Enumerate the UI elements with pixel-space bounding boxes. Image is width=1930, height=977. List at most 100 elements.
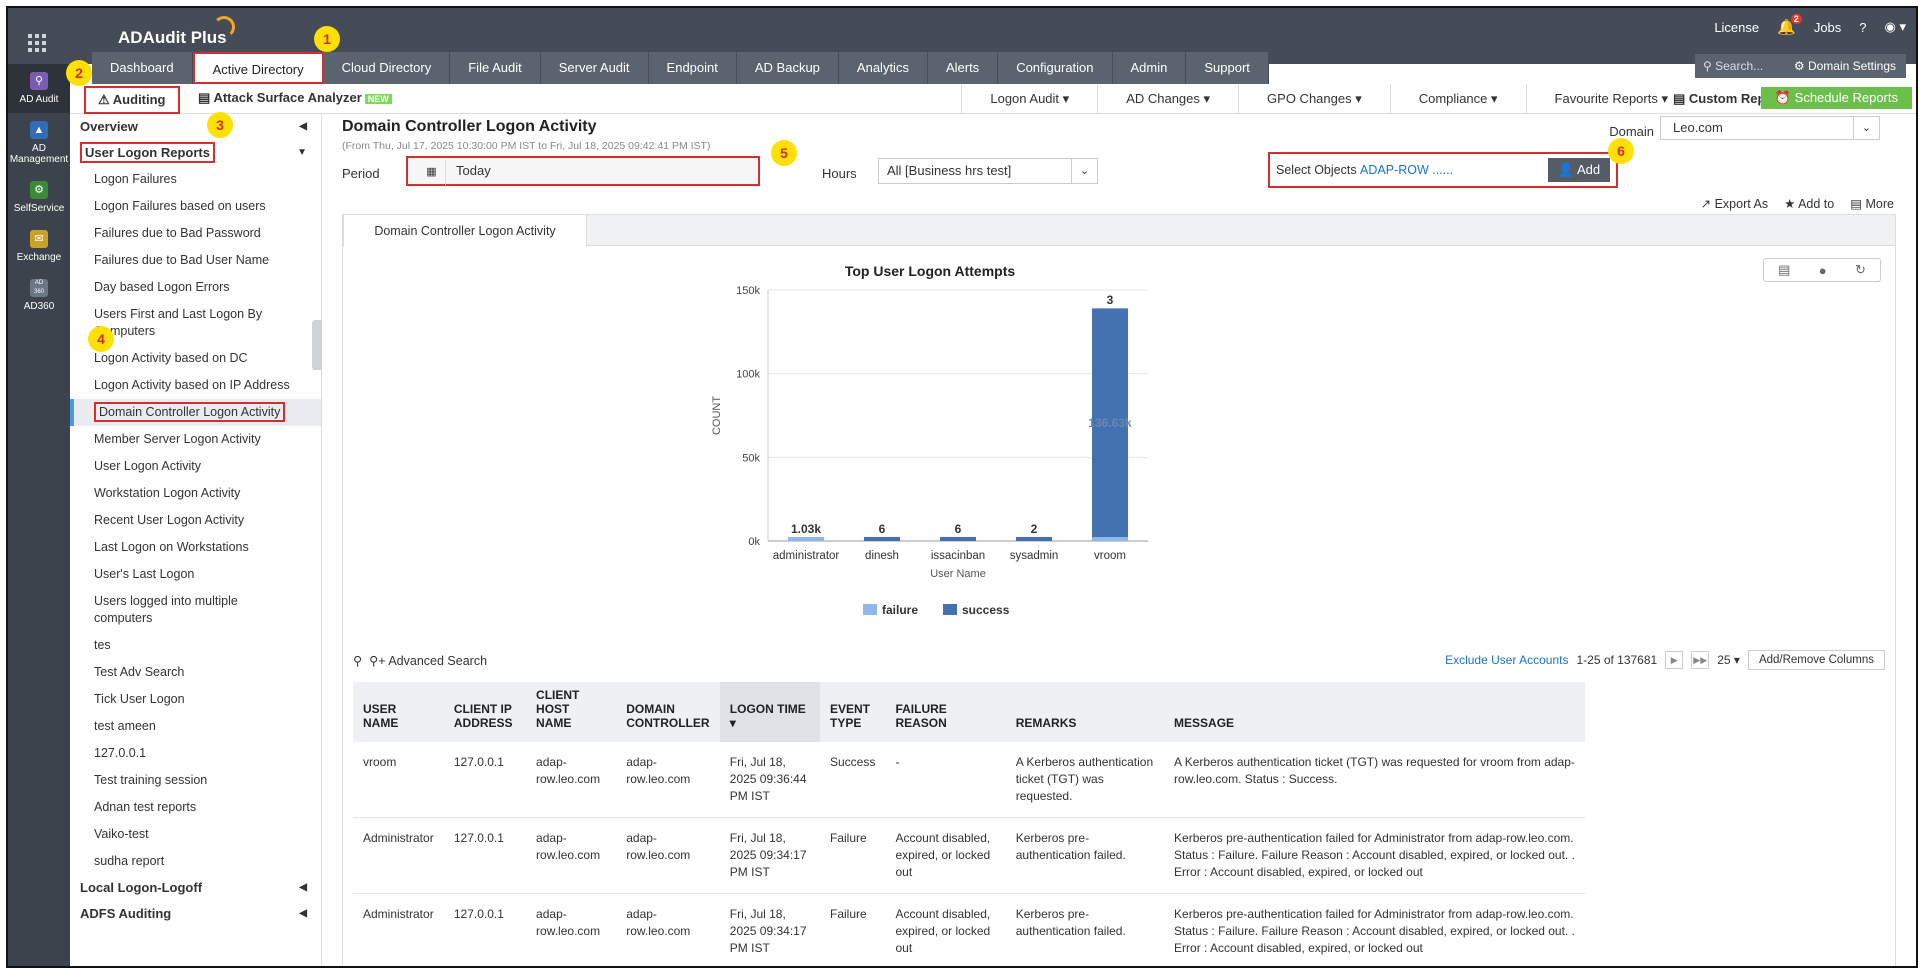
app-grid-icon[interactable]	[28, 34, 46, 52]
sidebar-item-domain-controller-logon-activity[interactable]: Domain Controller Logon Activity	[70, 399, 321, 426]
chart-refresh-icon[interactable]: ↻	[1855, 262, 1866, 278]
sort-desc-icon[interactable]: ▾	[730, 716, 736, 730]
sidebar-item-day-based-logon-errors[interactable]: Day based Logon Errors	[70, 274, 321, 301]
tab-server-audit[interactable]: Server Audit	[540, 52, 649, 84]
column-event-type[interactable]: EVENT TYPE	[819, 682, 886, 742]
menu-compliance[interactable]: Compliance ▾	[1389, 84, 1526, 114]
tab-endpoint[interactable]: Endpoint	[648, 52, 737, 84]
chart-user-icon[interactable]: ●	[1819, 263, 1827, 278]
menu-favourite-reports[interactable]: Favourite Reports ▾	[1525, 84, 1696, 114]
chart-add-icon[interactable]: ▤	[1778, 262, 1790, 278]
sidebar-item-sudha-report[interactable]: sudha report	[70, 848, 321, 875]
menu-logon-audit[interactable]: Logon Audit ▾	[961, 84, 1097, 114]
advanced-search-button[interactable]: ⚲ ⚲+ Advanced Search	[353, 653, 487, 668]
attack-surface-analyzer-tab[interactable]: ▤ Attack Surface Analyzer NEW	[198, 90, 392, 106]
search-input[interactable]: ⚲ Search...	[1695, 54, 1791, 78]
sidebar-item-recent-user-logon-activity[interactable]: Recent User Logon Activity	[70, 507, 321, 534]
sidebar-item-failures-due-to-bad-password[interactable]: Failures due to Bad Password	[70, 220, 321, 247]
column-domain-controller[interactable]: DOMAIN CONTROLLER	[616, 682, 720, 742]
sidebar-item-logon-failures-based-on-users[interactable]: Logon Failures based on users	[70, 193, 321, 220]
add-remove-columns-button[interactable]: Add/Remove Columns	[1747, 650, 1885, 670]
sidebar-item-test-adv-search[interactable]: Test Adv Search	[70, 659, 321, 686]
section-local-logon-logoff[interactable]: Local Logon-Logoff ◀	[70, 875, 321, 901]
sidebar-collapse-handle[interactable]	[312, 320, 322, 370]
column-remarks[interactable]: REMARKS	[1005, 682, 1165, 742]
tab-ad-backup[interactable]: AD Backup	[736, 52, 839, 84]
sidebar-item-logon-failures[interactable]: Logon Failures	[70, 166, 321, 193]
help-icon[interactable]: ?	[1859, 20, 1866, 35]
menu-gpo-changes[interactable]: GPO Changes ▾	[1238, 84, 1390, 114]
overview-section[interactable]: Overview ◀	[70, 114, 321, 140]
add-to-button[interactable]: ★ Add to	[1784, 196, 1834, 211]
legend-success[interactable]: success	[962, 603, 1010, 617]
legend-swatch-success[interactable]	[943, 604, 957, 615]
tab-file-audit[interactable]: File Audit	[450, 52, 541, 84]
menu-ad-changes[interactable]: AD Changes ▾	[1097, 84, 1238, 114]
column-client-host-name[interactable]: CLIENT HOST NAME	[526, 682, 617, 742]
sidebar-item-test-ameen[interactable]: test ameen	[70, 713, 321, 740]
tab-admin[interactable]: Admin	[1112, 52, 1187, 84]
tab-configuration[interactable]: Configuration	[998, 52, 1113, 84]
bar-success-sysadmin[interactable]	[1016, 537, 1052, 541]
column-message[interactable]: MESSAGE	[1164, 682, 1585, 742]
sidebar-item-adnan-test-reports[interactable]: Adnan test reports	[70, 794, 321, 821]
sidebar-item-logon-activity-based-on-ip-address[interactable]: Logon Activity based on IP Address	[70, 372, 321, 399]
period-select[interactable]: ▦ Today	[406, 156, 760, 186]
tab-analytics[interactable]: Analytics	[838, 52, 928, 84]
sidebar-item-member-server-logon-activity[interactable]: Member Server Logon Activity	[70, 426, 321, 453]
next-page-icon[interactable]: ▶	[1665, 651, 1684, 669]
sidebar-item-failures-due-to-bad-user-name[interactable]: Failures due to Bad User Name	[70, 247, 321, 274]
rail-item-ad-management[interactable]: ▲ AD Management	[8, 113, 70, 173]
column-logon-time[interactable]: LOGON TIME ▾	[719, 682, 820, 742]
auditing-tab[interactable]: ⚠ Auditing	[84, 86, 180, 114]
exclude-user-accounts-link[interactable]: Exclude User Accounts	[1445, 653, 1568, 667]
column-user-name[interactable]: USER NAME	[353, 682, 444, 742]
sidebar-item-workstation-logon-activity[interactable]: Workstation Logon Activity	[70, 480, 321, 507]
section-adfs-auditing[interactable]: ADFS Auditing ◀	[70, 901, 321, 927]
column-failure-reason[interactable]: FAILURE REASON	[885, 682, 1006, 742]
sidebar-item-user-s-last-logon[interactable]: User's Last Logon	[70, 561, 321, 588]
table-row[interactable]: Administrator 127.0.0.1 adap-row.leo.com ad…	[353, 893, 1585, 966]
tab-alerts[interactable]: Alerts	[927, 52, 999, 84]
selected-objects-value[interactable]: ADAP-ROW ......	[1356, 158, 1496, 182]
rail-item-ad360[interactable]: AD 360 AD360	[8, 271, 70, 320]
table-row[interactable]: Administrator 127.0.0.1 adap-row.leo.com ad…	[353, 817, 1585, 894]
sidebar-item-user-logon-activity[interactable]: User Logon Activity	[70, 453, 321, 480]
schedule-reports-button[interactable]: ⏰ Schedule Reports	[1760, 87, 1912, 109]
user-logon-reports-section[interactable]: User Logon Reports ▼	[70, 140, 321, 166]
jobs-link[interactable]: Jobs	[1814, 20, 1841, 35]
domain-select[interactable]: Leo.com ⌄	[1660, 116, 1880, 140]
tab-dashboard[interactable]: Dashboard	[92, 52, 193, 84]
rail-item-exchange[interactable]: ✉ Exchange	[8, 222, 70, 271]
tab-cloud-directory[interactable]: Cloud Directory	[323, 52, 451, 84]
bar-failure-vroom[interactable]	[1092, 537, 1128, 541]
tab-dc-logon-activity[interactable]: Domain Controller Logon Activity	[343, 214, 587, 247]
license-link[interactable]: License	[1714, 20, 1759, 35]
add-objects-button[interactable]: 👤 Add	[1548, 158, 1610, 182]
sidebar-item-127-0-0-1[interactable]: 127.0.0.1	[70, 740, 321, 767]
bar-success-dinesh[interactable]	[864, 537, 900, 541]
sidebar-item-tick-user-logon[interactable]: Tick User Logon	[70, 686, 321, 713]
hours-select[interactable]: All [Business hrs test] ⌄	[878, 158, 1098, 184]
rail-item-selfservice[interactable]: ⚙ SelfService	[8, 173, 70, 222]
last-page-icon[interactable]: ▶▶	[1691, 651, 1710, 669]
tab-active-directory[interactable]: Active Directory	[192, 52, 324, 84]
domain-settings-button[interactable]: ⚙ Domain Settings	[1783, 54, 1906, 78]
sidebar-item-last-logon-on-workstations[interactable]: Last Logon on Workstations	[70, 534, 321, 561]
tab-support[interactable]: Support	[1186, 52, 1269, 84]
sidebar-item-tes[interactable]: tes	[70, 632, 321, 659]
bar-success-issacinban[interactable]	[940, 537, 976, 541]
rail-item-ad-audit[interactable]: ⚲ AD Audit	[8, 64, 70, 113]
legend-swatch-failure[interactable]	[863, 604, 877, 615]
user-avatar-icon[interactable]: ◉ ▾	[1885, 19, 1906, 35]
bar-failure-administrator[interactable]	[788, 537, 824, 541]
column-client-ip-address[interactable]: CLIENT IP ADDRESS	[443, 682, 527, 742]
sidebar-item-vaiko-test[interactable]: Vaiko-test	[70, 821, 321, 848]
sidebar-item-users-logged-into-multiple-computers[interactable]: Users logged into multiple computers	[70, 588, 321, 632]
more-button[interactable]: ▤ More	[1850, 196, 1894, 211]
table-row[interactable]: vroom 127.0.0.1 adap-row.leo.com adap-row.l…	[353, 742, 1585, 818]
bell-icon[interactable]: 🔔 2	[1777, 14, 1802, 36]
legend-failure[interactable]: failure	[882, 603, 918, 617]
sidebar-item-test-training-session[interactable]: Test training session	[70, 767, 321, 794]
export-as-button[interactable]: ↗ Export As	[1701, 196, 1768, 211]
